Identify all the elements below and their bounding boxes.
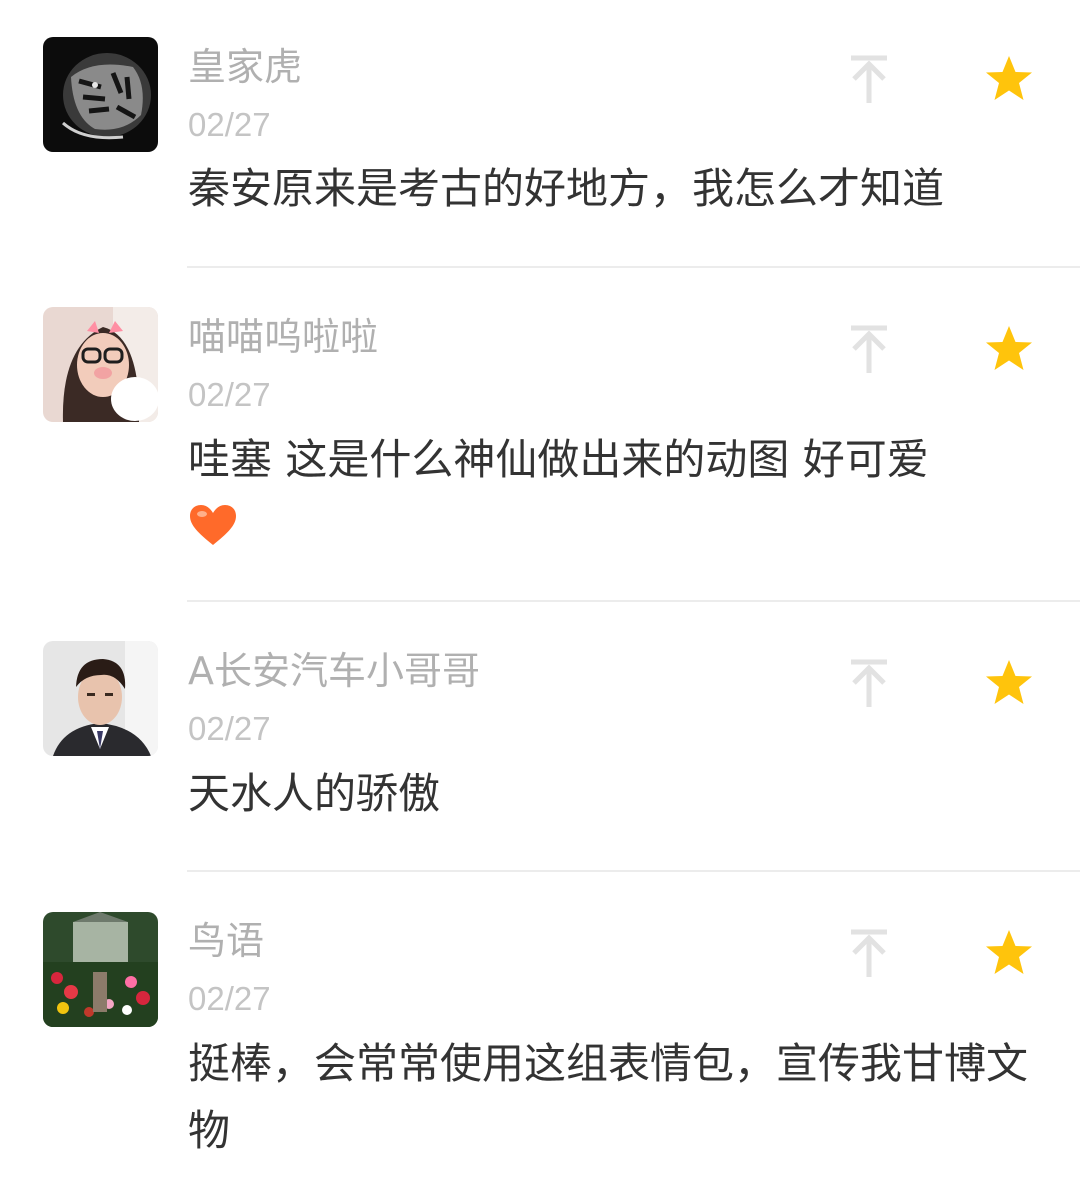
comment-text: 天水人的骄傲 bbox=[188, 760, 1028, 827]
username[interactable]: 皇家虎 bbox=[188, 48, 302, 86]
username[interactable]: A长安汽车小哥哥 bbox=[188, 652, 480, 690]
comment-text: 挺棒，会常常使用这组表情包，宣传我甘博文物 bbox=[188, 1030, 1028, 1164]
comment-date: 02/27 bbox=[188, 710, 271, 747]
girl-avatar[interactable] bbox=[43, 307, 158, 422]
pin-to-top-icon[interactable] bbox=[848, 55, 890, 105]
comment-text: 哇塞 这是什么神仙做出来的动图 好可爱 bbox=[188, 426, 1028, 547]
comment-text: 秦安原来是考古的好地方，我怎么才知道 bbox=[188, 155, 1028, 222]
star-icon[interactable] bbox=[983, 658, 1035, 710]
orange-heart-icon bbox=[190, 505, 236, 545]
pin-to-top-icon[interactable] bbox=[848, 929, 890, 979]
comment-date: 02/27 bbox=[188, 106, 271, 143]
comment-item: A长安汽车小哥哥 02/27 天水人的骄傲 bbox=[0, 602, 1080, 872]
comment-text-content: 秦安原来是考古的好地方，我怎么才知道 bbox=[188, 164, 945, 213]
comment-text-content: 天水人的骄傲 bbox=[188, 769, 441, 818]
tiger-avatar[interactable] bbox=[43, 37, 158, 152]
comment-date: 02/27 bbox=[188, 980, 271, 1017]
man-avatar[interactable] bbox=[43, 641, 158, 756]
comment-text-content: 哇塞 这是什么神仙做出来的动图 好可爱 bbox=[188, 435, 929, 484]
comment-text-content: 挺棒，会常常使用这组表情包，宣传我甘博文物 bbox=[188, 1039, 1029, 1155]
star-icon[interactable] bbox=[983, 54, 1035, 106]
comment-item: 鸟语 02/27 挺棒，会常常使用这组表情包，宣传我甘博文物 bbox=[0, 872, 1080, 1197]
pin-to-top-icon[interactable] bbox=[848, 325, 890, 375]
flowers-avatar[interactable] bbox=[43, 912, 158, 1027]
username[interactable]: 鸟语 bbox=[188, 922, 264, 960]
comment-item: 皇家虎 02/27 秦安原来是考古的好地方，我怎么才知道 bbox=[0, 0, 1080, 268]
pin-to-top-icon[interactable] bbox=[848, 659, 890, 709]
star-icon[interactable] bbox=[983, 324, 1035, 376]
comment-date: 02/27 bbox=[188, 376, 271, 413]
comment-item: 喵喵呜啦啦 02/27 哇塞 这是什么神仙做出来的动图 好可爱 bbox=[0, 268, 1080, 602]
star-icon[interactable] bbox=[983, 928, 1035, 980]
username[interactable]: 喵喵呜啦啦 bbox=[188, 318, 378, 356]
